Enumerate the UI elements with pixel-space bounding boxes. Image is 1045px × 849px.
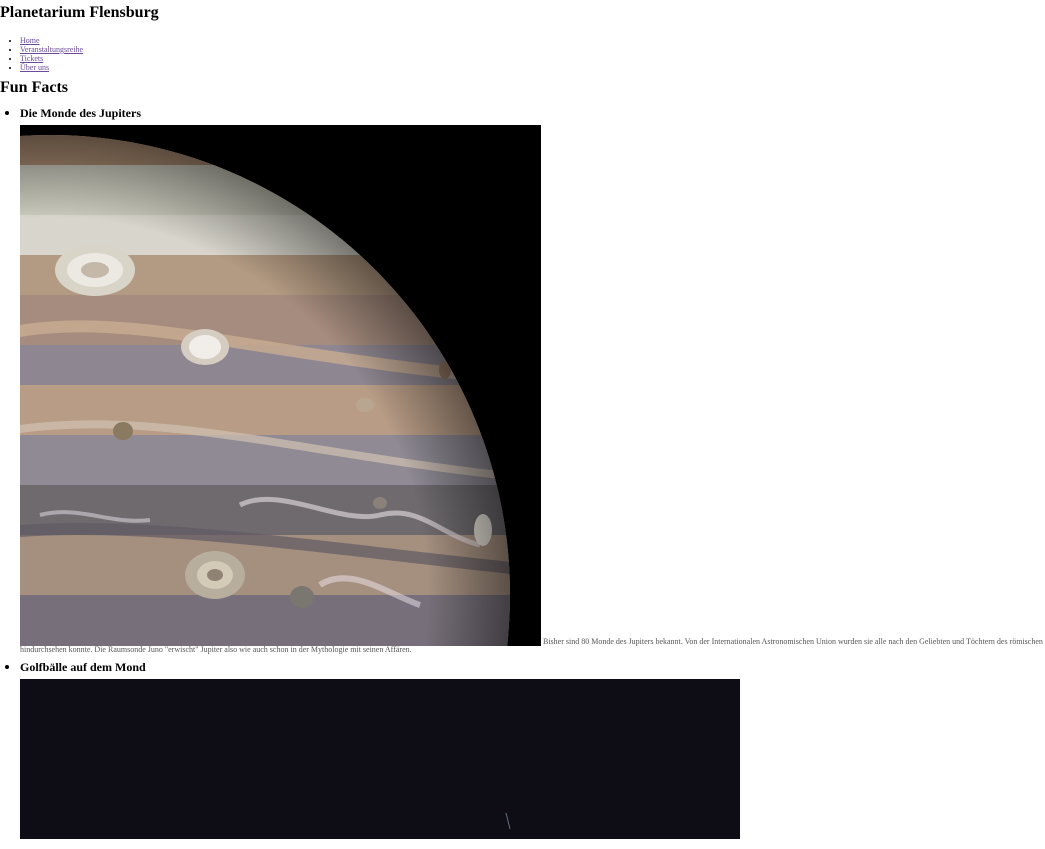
- nav-item-home: Home: [20, 36, 1045, 45]
- fact-title: Golfbälle auf dem Mond: [20, 660, 146, 674]
- main-nav: Home Veranstaltungsreihe Tickets Über un…: [0, 36, 1045, 72]
- nav-link-about[interactable]: Über uns: [20, 63, 49, 72]
- moon-illustration: [20, 679, 740, 839]
- nav-item-about: Über uns: [20, 63, 1045, 72]
- nav-item-events: Veranstaltungsreihe: [20, 45, 1045, 54]
- jupiter-illustration: [20, 125, 541, 646]
- nav-link-home[interactable]: Home: [20, 36, 40, 45]
- fun-facts-list: Die Monde des Jupiters: [0, 104, 1045, 839]
- nav-link-tickets[interactable]: Tickets: [20, 54, 43, 63]
- fact-title: Die Monde des Jupiters: [20, 106, 141, 120]
- fact-item-golf-balls: Golfbälle auf dem Mond: [20, 658, 1045, 839]
- moon-image: [20, 679, 740, 839]
- nav-link-events[interactable]: Veranstaltungsreihe: [20, 45, 83, 54]
- site-title: Planetarium Flensburg: [0, 4, 159, 21]
- fact-item-jupiter: Die Monde des Jupiters: [20, 104, 1045, 654]
- fact-body: Bisher sind 80 Monde des Jupiters bekann…: [20, 125, 1045, 654]
- nav-item-tickets: Tickets: [20, 54, 1045, 63]
- section-title-fun-facts: Fun Facts: [0, 79, 68, 96]
- jupiter-image: [20, 125, 541, 646]
